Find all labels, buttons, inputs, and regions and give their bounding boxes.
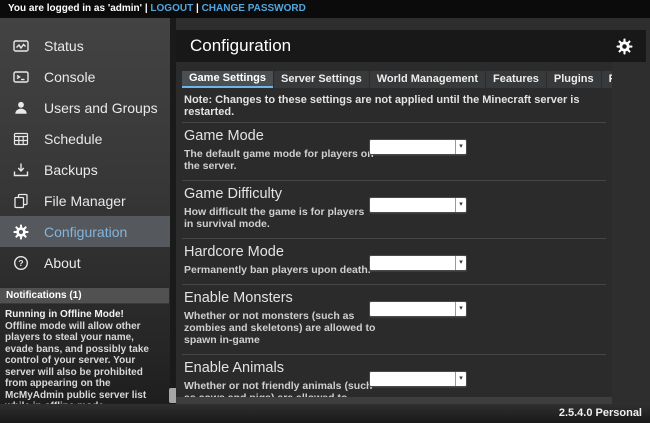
status-icon bbox=[12, 37, 29, 54]
sidebar-item-label: Schedule bbox=[44, 131, 102, 147]
notification-title: Running in Offline Mode! bbox=[5, 309, 163, 321]
logged-in-text: You are logged in as 'admin' bbox=[8, 3, 142, 14]
setting-description: Permanently ban players upon death. bbox=[184, 264, 376, 276]
game-mode-select[interactable]: ▾ bbox=[369, 139, 467, 155]
page-title: Configuration bbox=[190, 36, 291, 56]
setting-description: Whether or not monsters (such as zombies… bbox=[184, 310, 376, 346]
schedule-icon bbox=[12, 130, 29, 147]
version-label: 2.5.4.0 Personal bbox=[559, 407, 642, 419]
notification-body-text: Offline mode will allow other players to… bbox=[5, 321, 163, 413]
setting-row-enable-animals: Enable AnimalsWhether or not friendly an… bbox=[182, 355, 606, 397]
sidebar-item-label: Backups bbox=[44, 162, 98, 178]
setting-row-hardcore-mode: Hardcore ModePermanently ban players upo… bbox=[182, 239, 606, 285]
select-value bbox=[370, 302, 455, 316]
setting-description: The default game mode for players on the… bbox=[184, 148, 376, 172]
about-icon: ? bbox=[12, 254, 29, 271]
separator: | bbox=[145, 3, 148, 14]
sidebar-item-label: Console bbox=[44, 69, 95, 85]
sidebar-item-status[interactable]: Status bbox=[0, 30, 170, 61]
chevron-down-icon: ▾ bbox=[455, 140, 466, 154]
page-header: Configuration bbox=[176, 30, 646, 62]
enable-monsters-select[interactable]: ▾ bbox=[369, 301, 467, 317]
select-value bbox=[370, 140, 455, 154]
sidebar-item-users-and-groups[interactable]: Users and Groups bbox=[0, 92, 170, 123]
settings-list: Game ModeThe default game mode for playe… bbox=[176, 123, 612, 397]
users-icon bbox=[12, 99, 29, 116]
game-difficulty-select[interactable]: ▾ bbox=[369, 197, 467, 213]
sidebar-item-label: About bbox=[44, 255, 81, 271]
setting-row-game-mode: Game ModeThe default game mode for playe… bbox=[182, 123, 606, 181]
chevron-down-icon: ▾ bbox=[455, 198, 466, 212]
sidebar-item-configuration[interactable]: Configuration bbox=[0, 216, 170, 247]
tab-bar: Game SettingsServer SettingsWorld Manage… bbox=[182, 71, 612, 88]
tab-plugins[interactable]: Plugins bbox=[547, 71, 601, 88]
sidebar-item-about[interactable]: ? About bbox=[0, 247, 170, 278]
sidebar-item-label: File Manager bbox=[44, 193, 126, 209]
footer-bar: 2.5.4.0 Personal bbox=[0, 404, 650, 423]
sidebar-item-label: Status bbox=[44, 38, 84, 54]
tab-game-settings[interactable]: Game Settings bbox=[182, 71, 273, 88]
sidebar-menu: Status Console Users and Groups Schedule Bac… bbox=[0, 18, 170, 278]
console-icon bbox=[12, 68, 29, 85]
setting-row-game-difficulty: Game DifficultyHow difficult the game is… bbox=[182, 181, 606, 239]
chevron-down-icon: ▾ bbox=[455, 372, 466, 386]
sidebar-item-label: Configuration bbox=[44, 224, 127, 240]
sidebar-item-backups[interactable]: Backups bbox=[0, 154, 170, 185]
login-status-bar: You are logged in as 'admin' | LOGOUT | … bbox=[0, 0, 650, 18]
chevron-down-icon: ▾ bbox=[455, 256, 466, 270]
configuration-panel: Game SettingsServer SettingsWorld Manage… bbox=[176, 62, 612, 397]
change-password-link[interactable]: CHANGE PASSWORD bbox=[202, 3, 306, 14]
file-manager-icon bbox=[12, 192, 29, 209]
chevron-down-icon: ▾ bbox=[455, 302, 466, 316]
select-value bbox=[370, 198, 455, 212]
separator: | bbox=[196, 3, 199, 14]
setting-row-enable-monsters: Enable MonstersWhether or not monsters (… bbox=[182, 285, 606, 355]
tab-server-settings[interactable]: Server Settings bbox=[274, 71, 369, 88]
logout-link[interactable]: LOGOUT bbox=[150, 3, 193, 14]
restart-note: Note: Changes to these settings are not … bbox=[182, 91, 606, 123]
sidebar-item-file-manager[interactable]: File Manager bbox=[0, 185, 170, 216]
hardcore-mode-select[interactable]: ▾ bbox=[369, 255, 467, 271]
tab-preferences[interactable]: Preferences bbox=[602, 71, 612, 88]
panel-bottom-edge bbox=[176, 397, 612, 404]
enable-animals-select[interactable]: ▾ bbox=[369, 371, 467, 387]
svg-text:?: ? bbox=[18, 258, 23, 268]
notifications-panel: Notifications (1) Running in Offline Mod… bbox=[0, 288, 170, 413]
select-value bbox=[370, 256, 455, 270]
sidebar-item-schedule[interactable]: Schedule bbox=[0, 123, 170, 154]
select-value bbox=[370, 372, 455, 386]
tab-world-management[interactable]: World Management bbox=[370, 71, 485, 88]
setting-description: Whether or not friendly animals (such as… bbox=[184, 380, 376, 397]
notifications-header: Notifications (1) bbox=[0, 288, 169, 304]
setting-description: How difficult the game is for players in… bbox=[184, 206, 376, 230]
tab-features[interactable]: Features bbox=[486, 71, 546, 88]
configuration-gear-icon bbox=[12, 223, 29, 240]
notification-item: Running in Offline Mode! Offline mode wi… bbox=[0, 304, 169, 413]
sidebar: Status Console Users and Groups Schedule Bac… bbox=[0, 18, 170, 405]
sidebar-item-label: Users and Groups bbox=[44, 100, 158, 116]
backups-icon bbox=[12, 161, 29, 178]
sidebar-item-console[interactable]: Console bbox=[0, 61, 170, 92]
settings-gear-icon[interactable] bbox=[616, 37, 634, 55]
